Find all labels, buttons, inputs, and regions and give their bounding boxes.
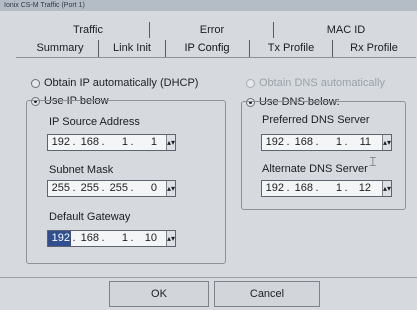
tab-summary[interactable]: Summary	[24, 40, 96, 56]
ip-octet[interactable]: 168	[77, 231, 100, 246]
mouse-cursor-icon: ⌶	[369, 154, 377, 169]
ip-source-label: IP Source Address	[49, 116, 140, 128]
spinner-icon[interactable]: ▴▾	[166, 231, 175, 246]
tab-divider	[149, 22, 150, 38]
preferred-dns-label: Preferred DNS Server	[262, 114, 370, 126]
ip-octet[interactable]: 168	[291, 181, 314, 196]
alternate-dns-field[interactable]: 192 . 168 . 1 . 12 ▴▾	[261, 180, 392, 197]
window-title: Ionix CS-M Traffic (Port 1)	[4, 2, 85, 9]
ip-octet[interactable]: 1	[106, 135, 129, 150]
ip-octet[interactable]: 192	[262, 135, 285, 150]
subnet-mask-field[interactable]: 255 . 255 . 255 . 0 ▴▾	[47, 180, 176, 197]
ip-octet[interactable]: 168	[77, 135, 100, 150]
radio-obtain-dns-auto[interactable]: Obtain DNS automatically	[246, 76, 385, 90]
ip-octet[interactable]: 12	[349, 181, 372, 196]
ip-octet[interactable]: 1	[320, 135, 343, 150]
ip-octet[interactable]: 0	[135, 181, 158, 196]
tab-divider	[273, 22, 274, 38]
spinner-icon[interactable]: ▴▾	[382, 135, 391, 150]
ip-octet[interactable]: 255	[77, 181, 100, 196]
radio-obtain-ip-auto[interactable]: Obtain IP automatically (DHCP)	[31, 76, 198, 90]
tab-traffic[interactable]: Traffic	[58, 22, 118, 38]
tab-error[interactable]: Error	[182, 22, 242, 38]
radio-label: Obtain IP automatically (DHCP)	[44, 77, 199, 89]
default-gateway-label: Default Gateway	[49, 211, 131, 223]
radio-button[interactable]	[246, 78, 255, 88]
radio-label: Obtain DNS automatically	[259, 77, 385, 89]
ip-octet[interactable]: 1	[106, 231, 129, 246]
tab-ip-config[interactable]: IP Config	[168, 40, 246, 56]
tab-divider	[98, 40, 99, 57]
tab-rx-profile[interactable]: Rx Profile	[335, 40, 413, 56]
spinner-icon[interactable]: ▴▾	[382, 181, 391, 196]
ip-octet[interactable]: 1	[135, 135, 158, 150]
preferred-dns-field[interactable]: 192 . 168 . 1 . 11 ▴▾	[261, 134, 392, 151]
ip-octet-selected[interactable]: 192	[48, 231, 71, 246]
radio-button[interactable]	[31, 78, 40, 88]
default-gateway-field[interactable]: 192 . 168 . 1 . 10 ▴▾	[47, 230, 176, 247]
ip-octet[interactable]: 168	[291, 135, 314, 150]
ip-octet[interactable]: 1	[320, 181, 343, 196]
ip-source-address-field[interactable]: 192 . 168 . 1 . 1 ▴▾	[47, 134, 176, 151]
subnet-mask-label: Subnet Mask	[49, 164, 114, 176]
tab-divider	[249, 40, 250, 57]
ok-button[interactable]: OK	[109, 281, 209, 307]
ip-octet[interactable]: 10	[135, 231, 158, 246]
tab-tx-profile[interactable]: Tx Profile	[252, 40, 330, 56]
cancel-button[interactable]: Cancel	[214, 281, 320, 307]
button-bar-divider	[0, 277, 417, 278]
ip-octet[interactable]: 255	[106, 181, 129, 196]
tab-baseline	[16, 57, 416, 58]
tab-link-init[interactable]: Link Init	[101, 40, 163, 56]
alternate-dns-label: Alternate DNS Server	[262, 163, 368, 175]
ip-octet[interactable]: 192	[48, 135, 71, 150]
spinner-icon[interactable]: ▴▾	[166, 135, 175, 150]
tab-mac-id[interactable]: MAC ID	[306, 22, 386, 38]
spinner-icon[interactable]: ▴▾	[166, 181, 175, 196]
tab-divider	[332, 40, 333, 57]
ip-octet[interactable]: 11	[349, 135, 372, 150]
tab-divider	[165, 40, 166, 57]
ip-octet[interactable]: 255	[48, 181, 71, 196]
ip-octet[interactable]: 192	[262, 181, 285, 196]
